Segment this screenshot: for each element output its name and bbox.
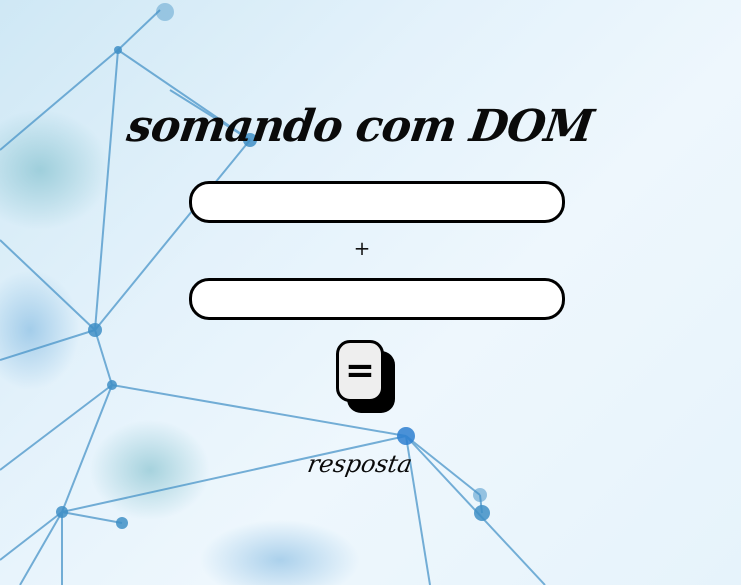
result-text: resposta <box>305 450 415 478</box>
second-number-input[interactable] <box>189 278 565 320</box>
plus-sign: + <box>353 236 371 260</box>
equals-button[interactable]: = <box>336 340 384 402</box>
first-number-input[interactable] <box>189 181 565 223</box>
main-content: somando com DOM + = resposta <box>0 0 741 585</box>
page-title: somando com DOM <box>124 101 596 153</box>
